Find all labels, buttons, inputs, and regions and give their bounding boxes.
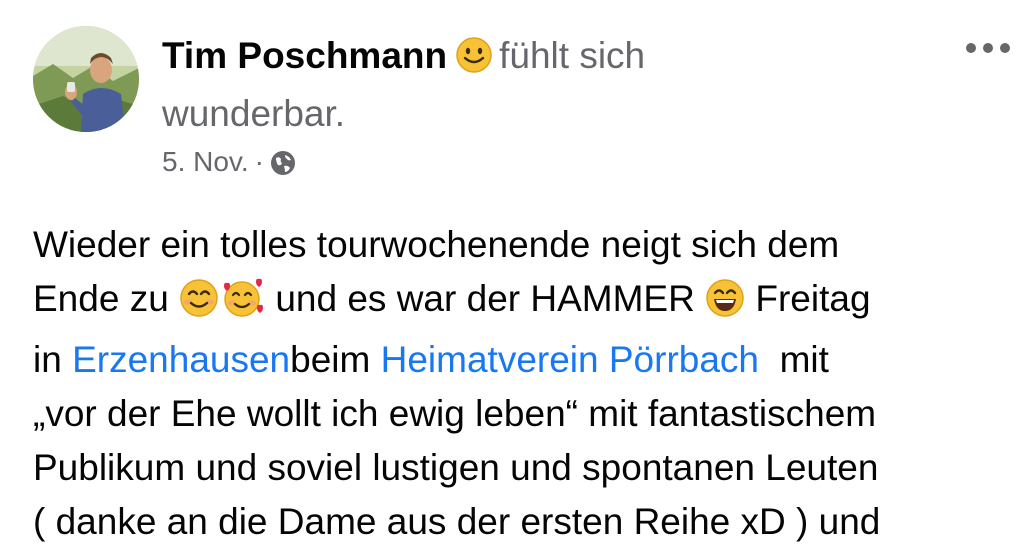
grinning-face-with-smiling-eyes-icon xyxy=(705,278,745,333)
avatar[interactable] xyxy=(33,26,139,132)
post-meta: 5. Nov. · xyxy=(162,142,296,187)
body-text: und es war der HAMMER xyxy=(275,278,695,319)
body-line-2: Ende zu und es war der HAMMER Freitag xyxy=(33,272,1018,333)
place-link-erzenhausen[interactable]: Erzenhausen xyxy=(72,339,290,380)
body-text: mit xyxy=(779,339,829,380)
more-dot xyxy=(1000,43,1010,53)
body-line-6: ( danke an die Dame aus der ersten Reihe… xyxy=(33,501,881,542)
header-line-2: wunderbar. xyxy=(162,88,762,140)
more-dot xyxy=(966,43,976,53)
post-body: Wieder ein tolles tourwochenende neigt s… xyxy=(33,218,1018,549)
body-line-3: in Erzenhausenbeim Heimatverein Pörrbach… xyxy=(33,333,1018,387)
smiling-face-with-smiling-eyes-icon xyxy=(179,278,219,333)
post-header: Tim Poschmann fühlt sich wunderbar. xyxy=(162,30,762,140)
body-text: Freitag xyxy=(755,278,871,319)
globe-icon[interactable] xyxy=(270,147,296,187)
smiling-face-with-hearts-icon xyxy=(219,278,265,333)
feeling-prefix: fühlt sich xyxy=(499,35,646,76)
author-name[interactable]: Tim Poschmann xyxy=(162,35,447,76)
more-dot xyxy=(983,43,993,53)
more-options-icon[interactable] xyxy=(966,38,1010,58)
avatar-photo xyxy=(33,26,139,132)
body-text: Ende zu xyxy=(33,278,169,319)
feeling-word[interactable]: wunderbar. xyxy=(162,93,345,134)
header-line-1: Tim Poschmann fühlt sich xyxy=(162,30,762,88)
page-link-heimatverein[interactable]: Heimatverein Pörrbach xyxy=(381,339,759,380)
facebook-post: Tim Poschmann fühlt sich wunderbar. 5. N… xyxy=(0,0,1024,554)
post-date[interactable]: 5. Nov. xyxy=(162,146,249,177)
slightly-smiling-face-icon xyxy=(455,36,493,88)
body-line-5: Publikum und soviel lustigen und spontan… xyxy=(33,447,879,488)
body-text: beim xyxy=(290,339,371,380)
body-text: in xyxy=(33,339,62,380)
body-line-4: „vor der Ehe wollt ich ewig leben“ mit f… xyxy=(33,393,877,434)
meta-separator: · xyxy=(254,146,264,177)
body-line-1: Wieder ein tolles tourwochenende neigt s… xyxy=(33,224,840,265)
